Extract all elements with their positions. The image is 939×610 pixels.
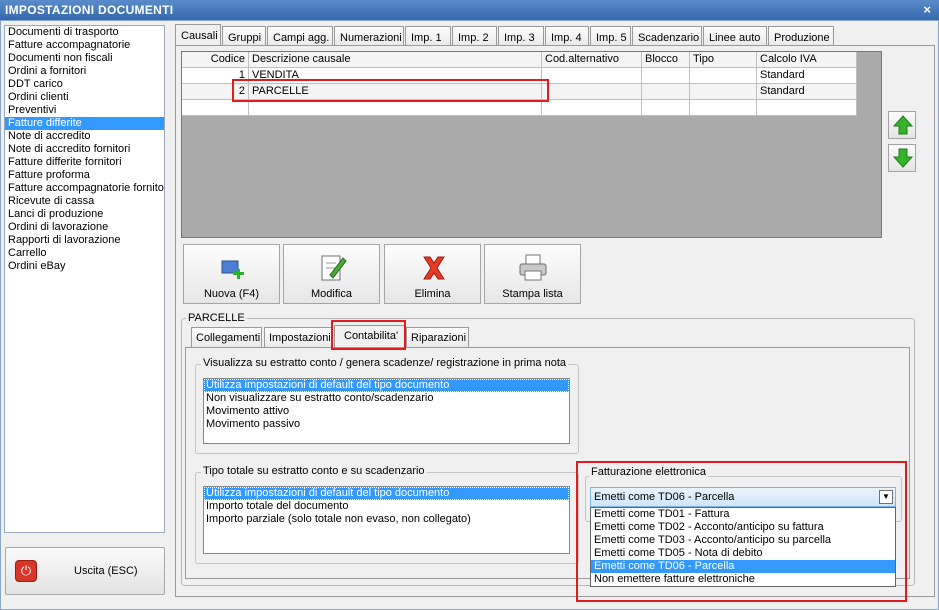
tab-campi-agg[interactable]: Campi agg.: [267, 26, 333, 47]
tab-scadenzario[interactable]: Scadenzario: [632, 26, 702, 47]
visualizza-title: Visualizza su estratto conto / genera sc…: [201, 357, 568, 369]
table-cell[interactable]: [642, 84, 690, 100]
doc-list-item[interactable]: Documenti non fiscali: [5, 52, 164, 65]
table-header-cell: Descrizione causale: [249, 52, 542, 68]
table-cell[interactable]: [542, 68, 642, 84]
table-header-cell: Cod.alternativo: [542, 52, 642, 68]
print-list-button-label: Stampa lista: [502, 288, 563, 300]
print-list-button[interactable]: Stampa lista: [484, 244, 581, 304]
move-up-button[interactable]: [888, 111, 916, 139]
delete-button-label: Elimina: [414, 288, 451, 300]
doc-list-item[interactable]: Fatture accompagnatorie: [5, 39, 164, 52]
doc-list-item[interactable]: Ordini clienti: [5, 91, 164, 104]
list-item[interactable]: Movimento attivo: [204, 405, 569, 418]
move-down-button[interactable]: [888, 144, 916, 172]
table-cell[interactable]: [542, 84, 642, 100]
table-cell[interactable]: [249, 100, 542, 116]
list-item[interactable]: Utilizza impostazioni di default del tip…: [204, 379, 569, 392]
table-header-cell: Calcolo IVA: [757, 52, 857, 68]
doc-list-item[interactable]: Fatture differite: [5, 117, 164, 130]
power-icon: ⏻: [15, 560, 37, 582]
exit-button-label: Uscita (ESC): [74, 565, 138, 577]
tab-produzione[interactable]: Produzione: [768, 26, 834, 47]
doc-list-item[interactable]: Note di accredito: [5, 130, 164, 143]
table-cell[interactable]: Standard: [757, 68, 857, 84]
list-item[interactable]: Importo parziale (solo totale non evaso,…: [204, 513, 569, 526]
table-cell[interactable]: Standard: [757, 84, 857, 100]
table-header-cell: Codice: [182, 52, 249, 68]
visualizza-listbox[interactable]: Utilizza impostazioni di default del tip…: [203, 378, 570, 444]
list-item[interactable]: Importo totale del documento: [204, 500, 569, 513]
table-cell[interactable]: [642, 68, 690, 84]
table-cell[interactable]: [542, 100, 642, 116]
delete-icon: [423, 256, 445, 280]
list-item[interactable]: Movimento passivo: [204, 418, 569, 431]
tipo-totale-title: Tipo totale su estratto conto e su scade…: [201, 465, 427, 477]
table-cell[interactable]: [690, 100, 757, 116]
new-icon: [221, 260, 244, 279]
list-item[interactable]: Utilizza impostazioni di default del tip…: [204, 487, 569, 500]
new-button[interactable]: Nuova (F4): [183, 244, 280, 304]
tab-imp-3[interactable]: Imp. 3: [498, 26, 544, 47]
tab-imp-4[interactable]: Imp. 4: [545, 26, 589, 47]
table-cell[interactable]: [690, 84, 757, 100]
edit-button[interactable]: Modifica: [283, 244, 380, 304]
doc-list-item[interactable]: Carrello: [5, 247, 164, 260]
doc-list-item[interactable]: Ordini di lavorazione: [5, 221, 164, 234]
table-cell[interactable]: [690, 68, 757, 84]
subtab-impostazioni[interactable]: Impostazioni: [264, 327, 333, 348]
list-item[interactable]: Non visualizzare su estratto conto/scade…: [204, 392, 569, 405]
table-cell[interactable]: [182, 100, 249, 116]
tab-imp-2[interactable]: Imp. 2: [452, 26, 497, 47]
table-header-cell: Tipo: [690, 52, 757, 68]
doc-list-item[interactable]: Fatture accompagnatorie fornito: [5, 182, 164, 195]
doc-list-item[interactable]: Rapporti di lavorazione: [5, 234, 164, 247]
highlight-contabilita-tab: [331, 320, 406, 350]
arrow-up-icon: [893, 115, 913, 135]
doc-list-item[interactable]: Documenti di trasporto: [5, 26, 164, 39]
subtab-collegamenti[interactable]: Collegamenti: [191, 327, 262, 348]
arrow-down-icon: [893, 148, 913, 168]
tab-gruppi[interactable]: Gruppi: [222, 26, 266, 47]
doc-list-item[interactable]: DDT carico: [5, 78, 164, 91]
highlight-fatturazione: [576, 461, 907, 602]
highlight-parcelle-row: [232, 79, 549, 102]
window-title: IMPOSTAZIONI DOCUMENTI: [5, 3, 174, 17]
doc-list-item[interactable]: Fatture proforma: [5, 169, 164, 182]
subtab-riparazioni[interactable]: Riparazioni: [406, 327, 469, 348]
exit-button[interactable]: ⏻ Uscita (ESC): [5, 547, 165, 595]
doc-list-item[interactable]: Preventivi: [5, 104, 164, 117]
doc-list-item[interactable]: Ricevute di cassa: [5, 195, 164, 208]
table-cell[interactable]: [642, 100, 690, 116]
table-header-cell: Blocco: [642, 52, 690, 68]
edit-button-label: Modifica: [311, 288, 352, 300]
doc-list-item[interactable]: Ordini a fornitori: [5, 65, 164, 78]
document-type-list[interactable]: Documenti di trasporto Fatture accompagna…: [4, 25, 165, 533]
delete-button[interactable]: Elimina: [384, 244, 481, 304]
window-title-bar: IMPOSTAZIONI DOCUMENTI: [0, 0, 939, 20]
tab-numerazioni[interactable]: Numerazioni: [334, 26, 404, 47]
doc-list-item[interactable]: Lanci di produzione: [5, 208, 164, 221]
tipo-totale-listbox[interactable]: Utilizza impostazioni di default del tip…: [203, 486, 570, 554]
doc-list-item[interactable]: Fatture differite fornitori: [5, 156, 164, 169]
new-button-label: Nuova (F4): [203, 288, 260, 300]
tab-imp-1[interactable]: Imp. 1: [405, 26, 451, 47]
table-cell[interactable]: [757, 100, 857, 116]
parcelle-group-title: PARCELLE: [186, 312, 247, 324]
close-icon[interactable]: ×: [923, 2, 931, 17]
tab-imp-5[interactable]: Imp. 5: [590, 26, 631, 47]
tab-causali[interactable]: Causali: [175, 24, 221, 47]
printer-icon: [519, 254, 547, 281]
doc-list-item[interactable]: Ordini eBay: [5, 260, 164, 273]
doc-list-item[interactable]: Note di accredito fornitori: [5, 143, 164, 156]
edit-icon: [321, 255, 347, 281]
tab-linee-auto[interactable]: Linee auto: [703, 26, 767, 47]
